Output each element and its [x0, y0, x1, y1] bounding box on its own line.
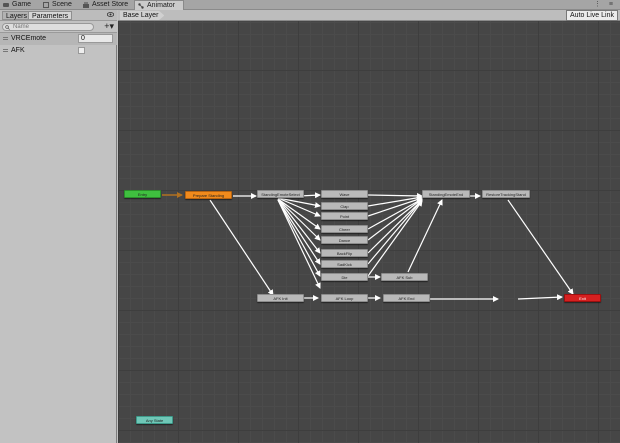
search-icon: [5, 25, 10, 30]
tab-scene[interactable]: Scene: [40, 0, 78, 10]
window-menu-icon[interactable]: ⋮ ≡: [594, 0, 616, 10]
state-default[interactable]: Prepare Standing: [185, 191, 232, 199]
editor-tab-strip: Game Scene Asset Store Animator ⋮ ≡: [0, 0, 620, 11]
scene-icon: [43, 2, 49, 8]
tab-asset-store-label: Asset Store: [92, 1, 129, 8]
state-emote-end[interactable]: StandingEmoteEnd: [422, 190, 470, 198]
parameter-search-box: [2, 23, 94, 31]
state-restore-tracking[interactable]: RestoreTrackingStand: [482, 190, 530, 198]
animator-left-panel: Layers Parameters +▾ VRCEmote 0 AFK: [0, 10, 117, 443]
graph-toolbar: Base Layer Auto Live Link: [118, 10, 620, 21]
tab-layers[interactable]: Layers: [2, 11, 32, 20]
add-parameter-button[interactable]: +▾: [104, 22, 114, 31]
auto-live-link-toggle[interactable]: Auto Live Link: [566, 10, 618, 21]
state-afk-init[interactable]: AFK Init: [257, 294, 304, 302]
eye-icon[interactable]: [107, 12, 114, 17]
state-any[interactable]: Any State: [136, 416, 173, 424]
left-panel-tabs: Layers Parameters: [0, 10, 117, 21]
state-emote[interactable]: Wave: [321, 190, 368, 198]
state-emote[interactable]: SadKick: [321, 260, 368, 268]
parameter-name: AFK: [11, 47, 25, 54]
game-icon: [3, 3, 9, 7]
state-emote[interactable]: Dance: [321, 236, 368, 244]
tab-animator-label: Animator: [147, 2, 176, 9]
parameter-row-afk[interactable]: AFK: [0, 45, 117, 57]
drag-handle-icon[interactable]: [3, 49, 8, 52]
state-afk-sub[interactable]: AFK Sub: [381, 273, 428, 281]
store-icon: [83, 2, 89, 8]
drag-handle-icon[interactable]: [3, 37, 8, 40]
state-afk-loop[interactable]: AFK Loop: [321, 294, 368, 302]
tab-game-label: Game: [12, 1, 32, 8]
state-emote[interactable]: BackFlip: [321, 249, 368, 257]
state-afk-end[interactable]: AFK End: [383, 294, 430, 302]
tab-game[interactable]: Game: [0, 0, 38, 10]
breadcrumb[interactable]: Base Layer: [120, 11, 165, 20]
tab-asset-store[interactable]: Asset Store: [80, 0, 132, 10]
parameter-bool-checkbox[interactable]: [78, 47, 85, 54]
tab-parameters[interactable]: Parameters: [28, 11, 73, 20]
state-exit[interactable]: Exit: [564, 294, 601, 302]
transition-arrows: [162, 192, 574, 302]
parameter-row-vrcemote[interactable]: VRCEmote 0: [0, 33, 117, 45]
parameter-name: VRCEmote: [11, 35, 47, 42]
state-emote[interactable]: Point: [321, 212, 368, 220]
parameter-search-bar: +▾: [0, 21, 117, 33]
state-entry[interactable]: Entry: [124, 190, 161, 198]
state-emote[interactable]: Clap: [321, 202, 368, 210]
state-emote[interactable]: Die: [321, 273, 368, 281]
state-emote-select[interactable]: StandingEmoteSelect: [257, 190, 304, 198]
parameter-search-input[interactable]: [13, 24, 91, 30]
tab-scene-label: Scene: [52, 1, 72, 8]
parameter-int-field[interactable]: 0: [78, 34, 113, 43]
state-emote[interactable]: Cheer: [321, 225, 368, 233]
animator-icon: [138, 3, 144, 9]
